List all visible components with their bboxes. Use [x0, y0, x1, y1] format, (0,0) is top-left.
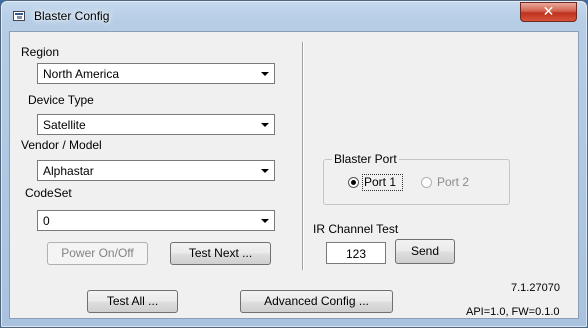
device-type-label: Device Type — [28, 93, 94, 107]
codeset-label: CodeSet — [25, 186, 72, 200]
ir-channel-value: 123 — [345, 247, 367, 261]
advanced-config-button[interactable]: Advanced Config ... — [240, 290, 393, 313]
region-label: Region — [21, 45, 60, 59]
device-type-value: Satellite — [43, 118, 86, 132]
close-icon: ✕ — [542, 4, 555, 20]
radio-unchecked-icon[interactable] — [421, 177, 432, 188]
window-icon — [13, 11, 25, 21]
app-version: 7.1.27070 — [511, 282, 560, 294]
device-type-select[interactable]: Satellite — [37, 114, 275, 135]
ir-channel-input[interactable]: 123 — [326, 242, 386, 264]
close-button[interactable]: ✕ — [520, 2, 577, 22]
vendor-model-value: Alphastar — [43, 164, 94, 178]
vendor-model-label: Vendor / Model — [21, 138, 102, 152]
chevron-down-icon[interactable] — [256, 162, 273, 179]
blaster-config-window: Blaster Config ✕ Region North America De… — [0, 0, 588, 328]
title-bar[interactable]: Blaster Config ✕ — [1, 1, 587, 31]
blaster-port-title: Blaster Port — [332, 152, 399, 166]
chevron-down-icon[interactable] — [256, 65, 273, 82]
ir-channel-test-label: IR Channel Test — [313, 222, 399, 236]
codeset-value: 0 — [43, 214, 50, 228]
chevron-down-icon[interactable] — [256, 212, 273, 229]
power-on-off-button[interactable]: Power On/Off — [47, 242, 148, 265]
port1-radio-label[interactable]: Port 1 — [364, 175, 396, 189]
port2-radio-label[interactable]: Port 2 — [437, 175, 469, 189]
region-value: North America — [43, 67, 120, 81]
chevron-down-icon[interactable] — [256, 116, 273, 133]
send-button[interactable]: Send — [395, 239, 455, 264]
blaster-port-group: Blaster Port Port 1 Port 2 — [323, 152, 510, 205]
test-all-button[interactable]: Test All ... — [87, 290, 178, 313]
window-title: Blaster Config — [34, 9, 110, 23]
radio-checked-icon[interactable] — [348, 177, 359, 188]
api-fw-version: API=1.0, FW=0.1.0 — [466, 306, 560, 318]
column-divider — [302, 42, 304, 270]
test-next-button[interactable]: Test Next ... — [170, 242, 271, 265]
dialog-client-area: Region North America Device Type Satelli… — [9, 31, 579, 319]
vendor-model-select[interactable]: Alphastar — [37, 160, 275, 181]
region-select[interactable]: North America — [37, 63, 275, 84]
codeset-select[interactable]: 0 — [37, 210, 275, 231]
